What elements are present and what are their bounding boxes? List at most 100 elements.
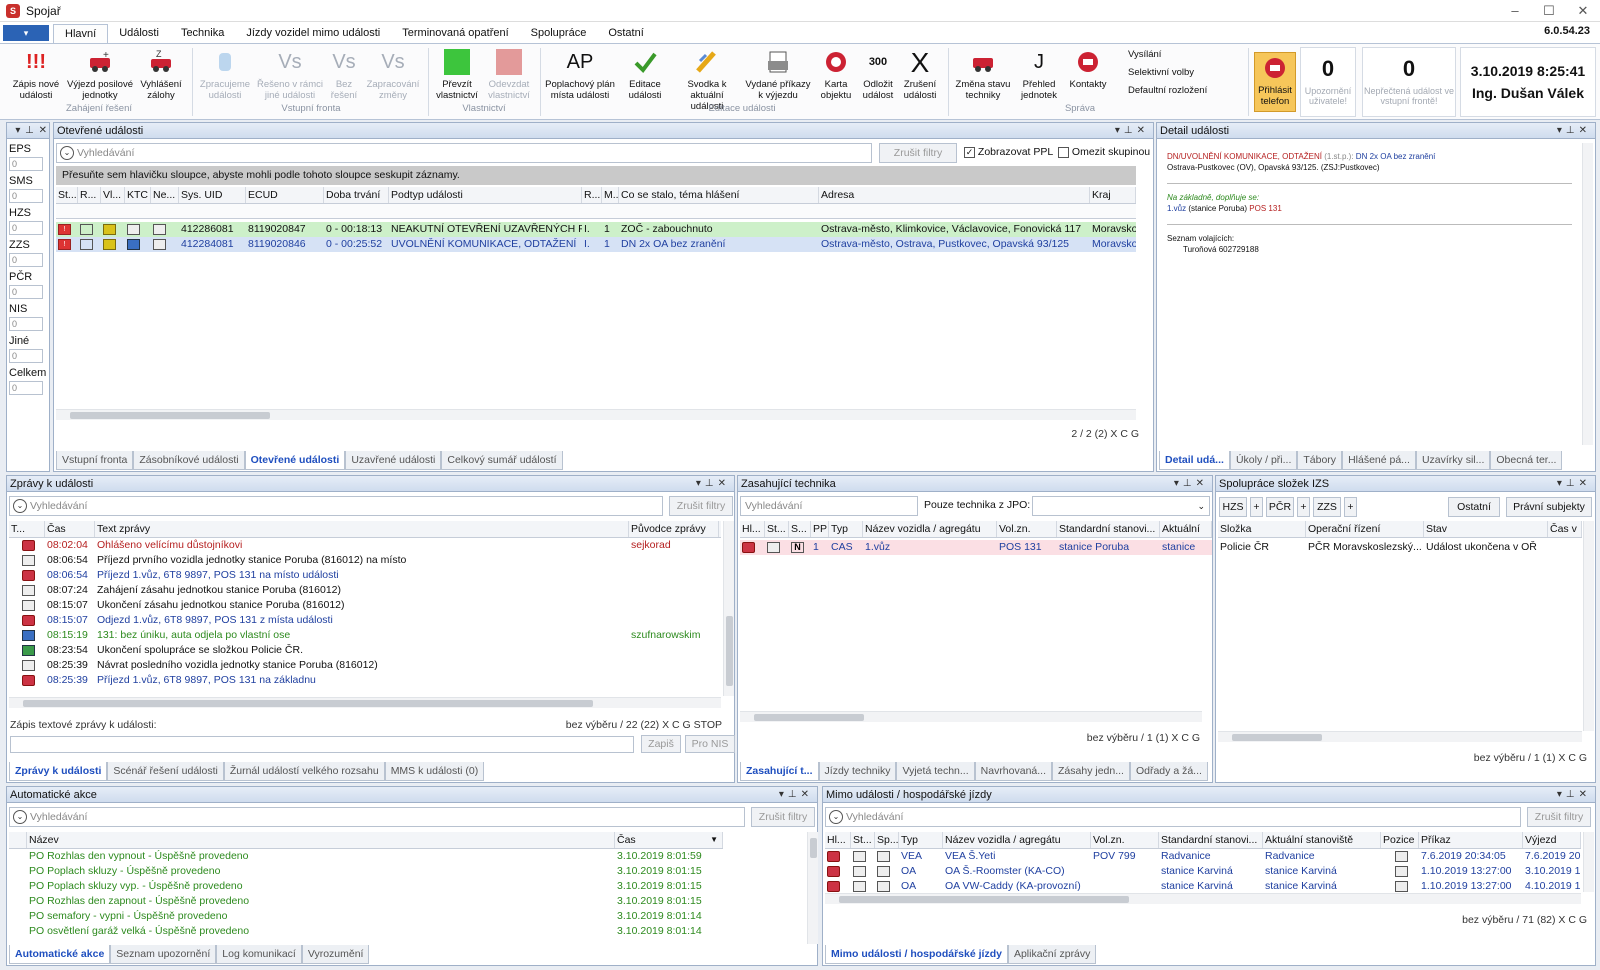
- scroll-thumb[interactable]: [70, 412, 270, 419]
- scroll-thumb[interactable]: [726, 616, 733, 686]
- notifications-counter[interactable]: 0 Upozornění uživatele!: [1300, 47, 1356, 117]
- table-row[interactable]: OA OA Š.-Roomster (KA-CO) stanice Karviná s…: [825, 864, 1581, 879]
- col-prikaz[interactable]: Příkaz: [1419, 832, 1523, 848]
- col-ne[interactable]: Ne...: [151, 187, 179, 203]
- tab-vyjeta[interactable]: Vyjetá techn...: [896, 762, 975, 781]
- sidebar-item-pcr[interactable]: PČR: [9, 271, 49, 283]
- alarm-plan-button[interactable]: AP Poplachový plán místa události: [544, 47, 616, 102]
- table-row[interactable]: 08:15:07 Ukončení zásahu jednotkou stanic…: [9, 598, 721, 613]
- auto-vscrollbar[interactable]: [807, 832, 818, 944]
- take-ownership-button[interactable]: Převzít vlastnictví: [432, 47, 482, 101]
- col-r2[interactable]: R...: [582, 187, 602, 203]
- table-row[interactable]: OA OA VW-Caddy (KA-provozní) stanice Karvi…: [825, 879, 1581, 894]
- col-r[interactable]: R...: [78, 187, 101, 203]
- col-pozice[interactable]: Pozice: [1381, 832, 1419, 848]
- chevron-down-icon[interactable]: ⌄: [13, 810, 27, 824]
- maximize-button[interactable]: ☐: [1532, 0, 1566, 22]
- table-row[interactable]: 08:06:54 Příjezd 1.vůz, 6T8 9897, POS 131…: [9, 568, 721, 583]
- col-typ[interactable]: Typ: [899, 832, 943, 848]
- postpone-event-button[interactable]: 300 Odložit událost: [858, 47, 898, 101]
- give-ownership-button[interactable]: Odevzdat vlastnictví: [484, 47, 534, 101]
- table-row[interactable]: ! 412284081 8119020846 0 - 00:25:52 UVOL…: [56, 237, 1136, 252]
- clear-filters-button[interactable]: Zrušit filtry: [669, 496, 733, 516]
- izs-hscrollbar[interactable]: [1218, 731, 1582, 742]
- tab-vstupni-fronta[interactable]: Vstupní fronta: [56, 451, 134, 470]
- panel-controls-icon[interactable]: ▾⊥✕: [1557, 476, 1591, 492]
- mimo-search-input[interactable]: ⌄ Vyhledávání: [825, 807, 1521, 827]
- tech-search-input[interactable]: Vyhledávání: [740, 496, 918, 516]
- tab-mms[interactable]: MMS k události (0): [384, 762, 485, 781]
- tab-spoluprace[interactable]: Spolupráce: [520, 24, 598, 43]
- col-vyjezd[interactable]: Výjezd: [1523, 832, 1581, 848]
- tab-scenar[interactable]: Scénář řešení události: [107, 762, 224, 781]
- object-card-button[interactable]: Karta objektu: [816, 47, 856, 101]
- link-selektivni-volby[interactable]: Selektivní volby: [1128, 67, 1194, 78]
- scroll-thumb[interactable]: [23, 700, 593, 707]
- tab-uzavrene[interactable]: Uzavřené události: [345, 451, 442, 470]
- col-std[interactable]: Standardní stanovi...: [1159, 832, 1263, 848]
- tab-ostatni[interactable]: Ostatní: [597, 24, 654, 43]
- add-pcr-button[interactable]: +: [1297, 497, 1310, 517]
- chevron-down-icon[interactable]: ⌄: [829, 810, 843, 824]
- table-row[interactable]: PO Poplach skluzy - Úspěšně provedeno 3.1…: [9, 864, 723, 879]
- col-subtype[interactable]: Podtyp události: [389, 187, 582, 203]
- col-name[interactable]: Název vozidla / agregátu: [863, 521, 997, 537]
- col-what[interactable]: Co se stalo, téma hlášení: [619, 187, 819, 203]
- legal-subjects-button[interactable]: Právní subjekty: [1506, 497, 1592, 517]
- col-volzn[interactable]: Vol.zn.: [1091, 832, 1159, 848]
- col-duration[interactable]: Doba trvání: [324, 187, 389, 203]
- tab-zpravy[interactable]: Zprávy k události: [9, 762, 108, 781]
- col-sys-uid[interactable]: Sys. UID: [179, 187, 246, 203]
- sidebar-item-zzs[interactable]: ZZS: [9, 239, 49, 251]
- show-ppl-checkbox[interactable]: ✓ Zobrazovat PPL: [964, 146, 1053, 158]
- clear-filters-button[interactable]: Zrušit filtry: [879, 143, 957, 163]
- table-row[interactable]: PO osvětlení garáž velká - Úspěšně prove…: [9, 924, 723, 939]
- table-row[interactable]: 08:25:39 Návrat posledního vozidla jednot…: [9, 658, 721, 673]
- chevron-down-icon[interactable]: ⌄: [60, 146, 74, 160]
- col-hl[interactable]: Hl...: [740, 521, 765, 537]
- events-search-input[interactable]: ⌄ Vyhledávání: [56, 143, 872, 163]
- col-st[interactable]: St...: [765, 521, 789, 537]
- sidebar-item-sms[interactable]: SMS: [9, 175, 49, 187]
- table-row[interactable]: Policie ČR PČR Moravskoslezský... Událos…: [1218, 540, 1582, 555]
- col-cas[interactable]: Čas ▼: [615, 832, 723, 848]
- scroll-thumb[interactable]: [754, 714, 864, 721]
- scroll-thumb[interactable]: [1232, 734, 1322, 741]
- sidebar-item-celkem[interactable]: Celkem: [9, 367, 49, 379]
- add-hzs-button[interactable]: +: [1250, 497, 1263, 517]
- tab-automaticke-akce[interactable]: Automatické akce: [9, 945, 111, 964]
- tab-zurnal[interactable]: Žurnál událostí velkého rozsahu: [223, 762, 385, 781]
- col-sp[interactable]: Sp...: [875, 832, 899, 848]
- mimo-hscrollbar[interactable]: [825, 893, 1581, 904]
- tab-zasobnikove[interactable]: Zásobníkové události: [133, 451, 245, 470]
- col-time[interactable]: Čas: [45, 521, 95, 537]
- clear-filters-button[interactable]: Zrušit filtry: [1527, 807, 1591, 827]
- table-row[interactable]: PO Rozhlas den vypnout - Úspěšně provede…: [9, 849, 723, 864]
- cancel-event-button[interactable]: X Zrušení události: [900, 47, 940, 101]
- tab-otevrene[interactable]: Otevřené události: [244, 451, 346, 470]
- apply-changes-button[interactable]: Vs Zapracování změny: [364, 47, 422, 102]
- tab-obecna[interactable]: Obecná ter...: [1490, 451, 1563, 470]
- tab-technika[interactable]: Technika: [170, 24, 235, 43]
- col-m[interactable]: M...: [602, 187, 619, 203]
- app-menu-button[interactable]: ▾: [3, 25, 49, 41]
- clear-filters-button[interactable]: Zrušit filtry: [751, 807, 815, 827]
- col-s[interactable]: S...: [789, 521, 811, 537]
- scroll-thumb[interactable]: [839, 896, 1129, 903]
- col-stav[interactable]: Stav: [1424, 521, 1548, 537]
- close-button[interactable]: ✕: [1566, 0, 1600, 22]
- auto-search-input[interactable]: ⌄ Vyhledávání: [9, 807, 745, 827]
- solved-other-button[interactable]: Vs Řešeno v rámci jiné události: [256, 47, 324, 102]
- col-text[interactable]: Text zprávy: [95, 521, 629, 537]
- panel-controls-icon[interactable]: ▾⊥✕: [1174, 476, 1208, 492]
- col-ecud[interactable]: ECUD: [246, 187, 324, 203]
- panel-controls-icon[interactable]: ▾⊥✕: [696, 476, 730, 492]
- sidebar-item-jine[interactable]: Jiné: [9, 335, 49, 347]
- table-row[interactable]: PO Rozhlas den zapnout - Úspěšně provede…: [9, 894, 723, 909]
- write-button[interactable]: Zapiš: [641, 735, 681, 753]
- tab-seznam-upozorneni[interactable]: Seznam upozornění: [110, 945, 217, 964]
- add-zzs-button[interactable]: +: [1344, 497, 1357, 517]
- messages-hscrollbar[interactable]: [9, 697, 721, 708]
- tab-ukoly[interactable]: Úkoly / při...: [1229, 451, 1298, 470]
- col-akt[interactable]: Aktuální stanoviště: [1263, 832, 1381, 848]
